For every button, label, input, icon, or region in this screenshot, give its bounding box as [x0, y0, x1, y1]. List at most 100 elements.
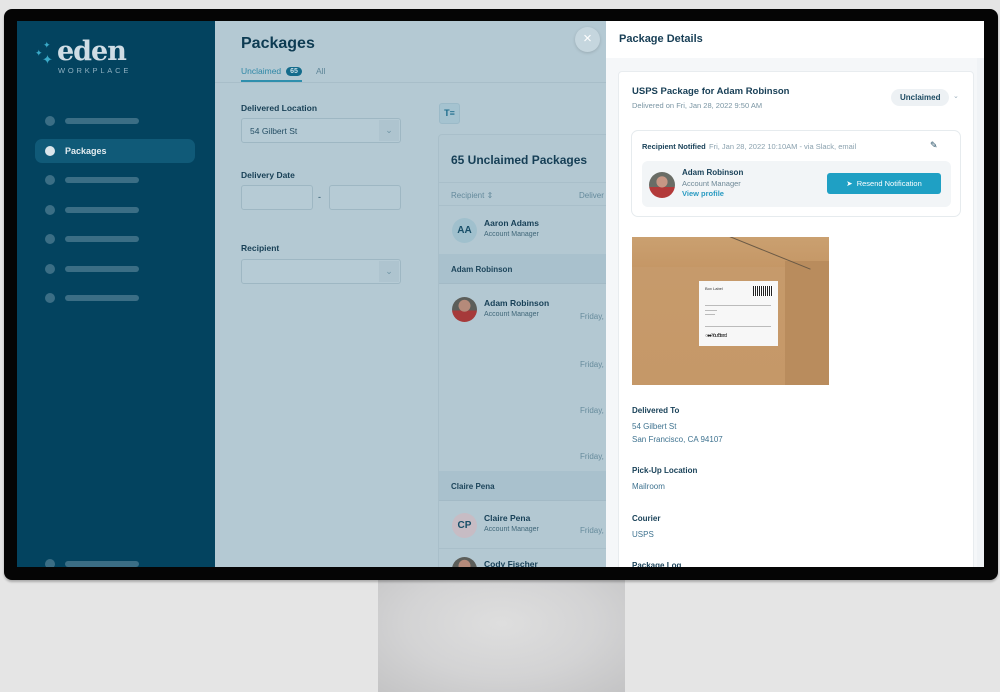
status-dropdown[interactable]: Unclaimed — [891, 89, 950, 106]
sort-icon: ⇕ — [486, 191, 494, 200]
send-icon: ➤ — [846, 179, 853, 188]
nav-icon — [45, 263, 55, 274]
monitor-mockup: ✦ ✦ ✦ eden WORKPLACE Packages Packages U… — [0, 0, 1000, 692]
delivery-date-to-input[interactable] — [329, 185, 401, 210]
label-line — [705, 326, 771, 327]
notification-box: Recipient Notified Fri, Jan 28, 2022 10:… — [631, 130, 961, 217]
avatar: CP — [452, 513, 477, 538]
label-line — [705, 310, 717, 311]
tab-divider — [215, 82, 606, 83]
package-details-panel: Package Details USPS Package for Adam Ro… — [606, 21, 984, 567]
close-panel-button[interactable]: × — [575, 27, 600, 52]
table-row[interactable]: AA Aaron Adams Account Manager — [439, 206, 617, 254]
column-recipient[interactable]: Recipient ⇕ — [451, 191, 493, 200]
panel-scrollbar[interactable] — [977, 58, 984, 567]
delivered-location-select[interactable]: 54 Gilbert St ⌄ — [241, 118, 401, 143]
recipient-card: Adam Robinson Account Manager View profi… — [642, 161, 951, 207]
avatar — [452, 557, 477, 567]
label-footer: ○●● Your Brand — [705, 333, 727, 339]
tab-unclaimed[interactable]: Unclaimed 65 — [241, 66, 302, 82]
sidebar-item-bottom[interactable] — [45, 559, 139, 567]
group-row: Claire Pena — [439, 471, 617, 501]
shipping-label: Box Label ○●● Your Brand — [699, 281, 778, 346]
filter-toggle-button[interactable]: T≡ — [439, 103, 460, 124]
nav-label-placeholder — [65, 265, 139, 272]
pickup-location-value: Mailroom — [632, 482, 665, 491]
delivered-date: Friday, — [580, 360, 604, 369]
table-row[interactable]: Friday, — [439, 379, 617, 425]
group-name: Claire Pena — [451, 482, 495, 491]
table-row[interactable]: Adam Robinson Account Manager Friday, — [439, 285, 617, 333]
tab-label: Unclaimed — [241, 66, 282, 76]
delivered-date: Friday, — [580, 526, 604, 535]
view-profile-link[interactable]: View profile — [682, 189, 724, 198]
column-delivered[interactable]: Deliver — [579, 191, 604, 200]
monitor-stand — [378, 578, 625, 692]
filter-icon: T≡ — [444, 108, 455, 118]
recipient-role: Account Manager — [682, 179, 741, 188]
sidebar-item-label: Packages — [65, 145, 107, 156]
pencil-icon[interactable]: ✎ — [930, 140, 938, 151]
pickup-location-label: Pick-Up Location — [632, 466, 698, 475]
nav-label-placeholder — [65, 118, 139, 124]
table-row[interactable]: CP Claire Pena Account Manager Friday, — [439, 502, 617, 548]
resend-notification-button[interactable]: ➤ Resend Notification — [827, 173, 941, 194]
barcode-icon — [753, 286, 773, 296]
nav-label-placeholder — [65, 177, 139, 183]
delivered-to-line1: 54 Gilbert St — [632, 422, 677, 431]
delivery-date-label: Delivery Date — [241, 170, 295, 180]
delivered-date: Friday, — [580, 452, 604, 461]
group-name: Adam Robinson — [451, 265, 513, 274]
delivered-date: Friday, — [580, 312, 604, 321]
recipient-label: Recipient — [241, 243, 280, 253]
sidebar-nav: Packages — [35, 109, 195, 316]
date-range-separator: - — [318, 192, 321, 202]
recipient-role: Account Manager — [484, 526, 539, 533]
unclaimed-packages-list: 65 Unclaimed Packages Recipient ⇕ Delive… — [438, 134, 618, 567]
logo-subtitle: WORKPLACE — [58, 66, 132, 75]
recipient-name: Claire Pena — [484, 513, 531, 523]
sidebar-item-4[interactable] — [35, 198, 195, 222]
avatar: AA — [452, 218, 477, 243]
table-row[interactable]: Cody Fischer — [439, 549, 617, 567]
courier-value: USPS — [632, 530, 654, 539]
recipient-role: Account Manager — [484, 231, 539, 238]
packages-main: Packages Unclaimed 65 All Delivered Loca… — [215, 21, 618, 567]
eden-logo[interactable]: ✦ ✦ ✦ eden WORKPLACE — [35, 38, 128, 75]
sidebar: ✦ ✦ ✦ eden WORKPLACE Packages — [17, 21, 215, 567]
list-title: 65 Unclaimed Packages — [451, 153, 588, 167]
sparkle-icon: ✦ ✦ ✦ — [35, 40, 53, 67]
package-photo[interactable]: Box Label ○●● Your Brand — [632, 237, 829, 385]
sidebar-item-6[interactable] — [35, 257, 195, 281]
sidebar-item-3[interactable] — [35, 168, 195, 192]
tab-all[interactable]: All — [316, 66, 325, 82]
table-row[interactable]: Friday, — [439, 425, 617, 471]
sidebar-item-7[interactable] — [35, 286, 195, 310]
delivery-date-from-input[interactable] — [241, 185, 313, 210]
table-row[interactable]: Friday, — [439, 333, 617, 379]
delivered-on: Delivered on Fri, Jan 28, 2022 9:50 AM — [632, 101, 763, 110]
nav-icon — [45, 559, 55, 567]
recipient-name: Cody Fischer — [484, 559, 538, 567]
nav-label-placeholder — [65, 295, 139, 301]
nav-icon — [45, 145, 55, 156]
sidebar-item-1[interactable] — [35, 109, 195, 133]
package-title: USPS Package for Adam Robinson — [632, 86, 790, 97]
recipient-select[interactable]: ⌄ — [241, 259, 401, 284]
nav-label-placeholder — [65, 561, 139, 567]
count-badge: 65 — [286, 66, 302, 76]
delivered-date: Friday, — [580, 406, 604, 415]
app-screen: ✦ ✦ ✦ eden WORKPLACE Packages Packages U… — [17, 21, 984, 567]
sidebar-item-5[interactable] — [35, 227, 195, 251]
sidebar-item-packages[interactable]: Packages — [35, 138, 195, 163]
package-tabs: Unclaimed 65 All — [241, 66, 339, 82]
chevron-down-icon[interactable]: ⌄ — [953, 92, 959, 100]
tab-label: All — [315, 66, 326, 76]
nav-label-placeholder — [65, 236, 139, 242]
panel-header: Package Details — [606, 21, 984, 58]
brand-text: Your Brand — [711, 333, 727, 339]
close-icon: × — [583, 30, 592, 47]
chevron-down-icon: ⌄ — [379, 120, 399, 141]
panel-title: Package Details — [619, 33, 703, 45]
avatar — [649, 172, 675, 198]
